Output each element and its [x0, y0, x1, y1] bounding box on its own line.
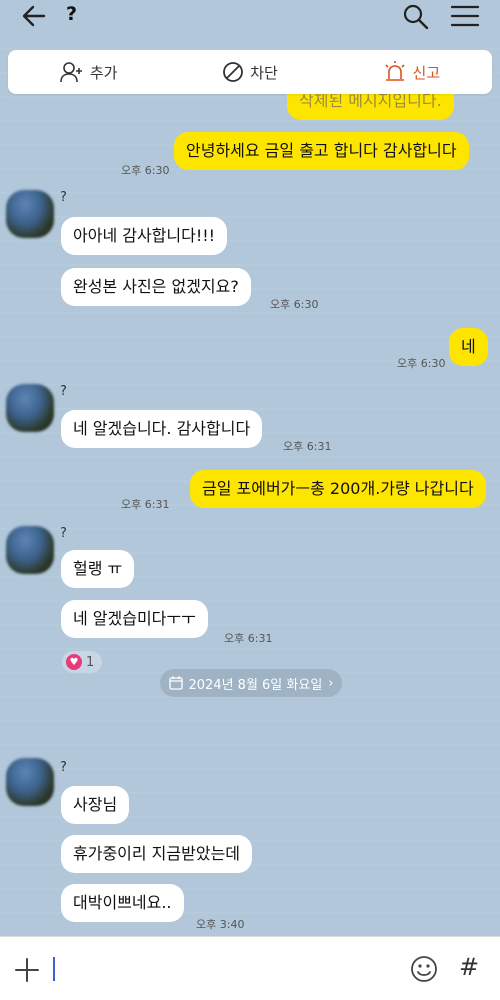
message-text: 대박이쁘네요.. — [73, 893, 172, 912]
message-text: 안녕하세요 금일 출고 합니다 감사합니다 — [186, 141, 457, 160]
message-input-field[interactable] — [53, 957, 55, 981]
add-friend-button[interactable]: 추가 — [8, 50, 169, 94]
message-text: 휴가중이리 지금받았는데 — [73, 844, 241, 863]
menu-icon[interactable] — [450, 4, 480, 28]
incoming-message-bubble[interactable]: 네 알겠습니다. 감사합니다 — [61, 410, 263, 448]
sender-name: ? — [60, 760, 67, 775]
sender-avatar[interactable] — [6, 758, 54, 806]
incoming-message-bubble[interactable]: 네 알겠습미다ㅜㅜ — [61, 600, 208, 638]
block-button[interactable]: 차단 — [169, 50, 330, 94]
back-arrow-icon[interactable] — [20, 3, 48, 29]
sender-avatar[interactable] — [6, 190, 54, 238]
siren-icon — [384, 61, 405, 81]
incoming-message-bubble[interactable]: 완성본 사진은 없겠지요? — [61, 268, 251, 306]
message-time: 오후 6:30 — [121, 164, 170, 177]
incoming-message-bubble[interactable]: 아아네 감사합니다!!! — [61, 217, 228, 255]
sender-avatar[interactable] — [6, 384, 54, 432]
message-input-bar: # — [0, 936, 500, 1000]
date-divider[interactable]: 2024년 8월 6일 화요일 › — [160, 669, 342, 697]
add-label: 추가 — [89, 63, 118, 82]
outgoing-message-bubble[interactable]: 금일 포에버가ㅡ총 200개.가량 나갑니다 — [190, 470, 486, 508]
message-text: 네 알겠습니다. 감사합니다 — [73, 419, 251, 438]
message-time: 오후 6:30 — [270, 298, 319, 311]
message-text: 아아네 감사합니다!!! — [73, 226, 216, 245]
calendar-icon — [168, 676, 183, 690]
incoming-message-bubble[interactable]: 사장님 — [61, 786, 130, 824]
heart-icon: ♥ — [66, 654, 82, 670]
sender-name: ? — [60, 526, 67, 541]
sender-name: ? — [60, 384, 67, 399]
chevron-right-icon: › — [328, 675, 334, 691]
incoming-message-bubble[interactable]: 헐랭 ㅠ — [61, 550, 135, 588]
incoming-message-bubble[interactable]: 휴가중이리 지금받았는데 — [61, 835, 253, 873]
message-text: 헐랭 ㅠ — [73, 559, 123, 578]
outgoing-message-bubble[interactable]: 안녕하세요 금일 출고 합니다 감사합니다 — [174, 132, 469, 170]
block-label: 차단 — [250, 63, 278, 82]
action-bar: 추가 차단 신고 — [8, 50, 492, 94]
sender-name: ? — [60, 190, 67, 205]
hash-icon[interactable]: # — [459, 953, 479, 981]
top-bar: ? — [0, 0, 500, 32]
message-time: 오후 6:31 — [224, 632, 273, 645]
message-time: 오후 6:31 — [283, 440, 332, 453]
sender-avatar[interactable] — [6, 526, 54, 574]
emoji-icon[interactable] — [410, 955, 438, 983]
reaction-count: 1 — [86, 654, 95, 670]
search-icon[interactable] — [402, 3, 430, 29]
message-time: 오후 6:31 — [121, 498, 170, 511]
report-label: 신고 — [412, 63, 441, 82]
message-text: 네 알겠습미다ㅜㅜ — [73, 609, 196, 628]
message-text: 금일 포에버가ㅡ총 200개.가량 나갑니다 — [202, 479, 474, 498]
message-text: 완성본 사진은 없겠지요? — [73, 277, 239, 296]
report-button[interactable]: 신고 — [331, 50, 492, 94]
block-icon — [223, 62, 244, 82]
date-divider-text: 2024년 8월 6일 화요일 — [188, 677, 323, 693]
message-time: 오후 6:30 — [397, 357, 446, 370]
plus-icon[interactable] — [14, 957, 40, 983]
add-person-icon — [60, 62, 82, 83]
incoming-message-bubble[interactable]: 대박이쁘네요.. — [61, 884, 184, 922]
reaction-badge[interactable]: ♥ 1 — [62, 651, 103, 673]
chat-area[interactable]: 삭제된 메시지입니다. 안녕하세요 금일 출고 합니다 감사합니다 오후 6:3… — [0, 32, 500, 936]
message-text: 사장님 — [73, 795, 118, 814]
message-time: 오후 3:40 — [196, 918, 245, 931]
message-text: 네 — [461, 337, 476, 356]
outgoing-message-bubble[interactable]: 네 — [449, 328, 488, 366]
chat-title: ? — [66, 3, 78, 25]
